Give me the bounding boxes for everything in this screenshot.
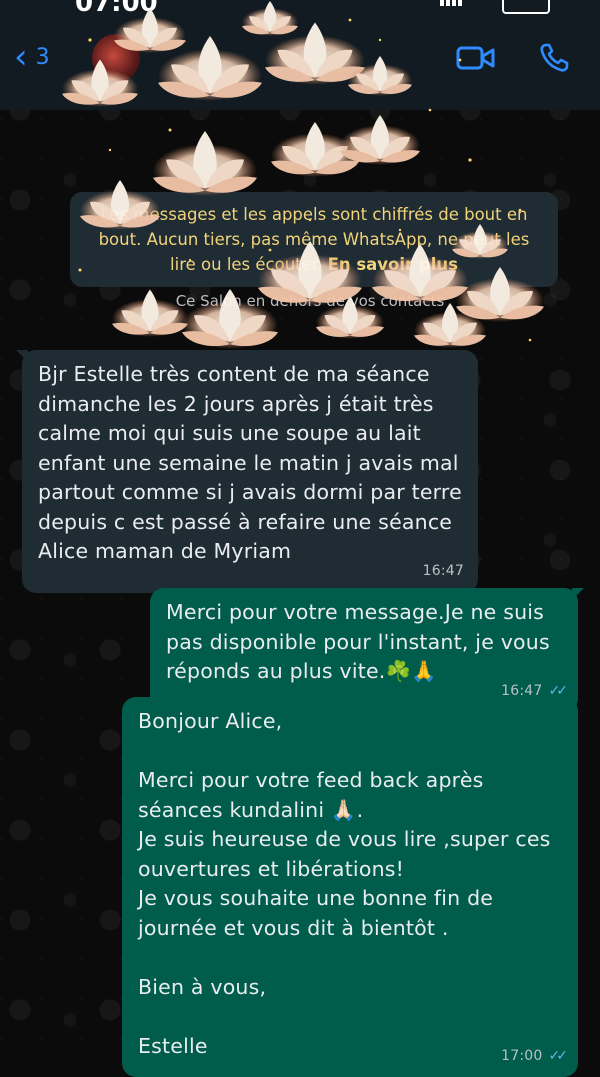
bubble-tail [572, 588, 584, 600]
signal-icon [440, 0, 462, 6]
message-text: Bjr Estelle très content de ma séance di… [38, 362, 469, 563]
message-bubble-outgoing[interactable]: Merci pour votre message.Je ne suis pas … [150, 588, 584, 713]
back-button[interactable]: ‹ 3 [14, 37, 50, 77]
phone-icon[interactable] [538, 42, 570, 74]
learn-more-link[interactable]: En savoir plus [328, 255, 458, 274]
chevron-left-icon: ‹ [14, 37, 28, 77]
battery-icon [502, 0, 550, 14]
message-bubble-incoming[interactable]: Bjr Estelle très content de ma séance di… [16, 350, 478, 593]
chat-header: 07:00 ‹ 3 [0, 0, 600, 110]
message-text: Merci pour votre message.Je ne suis pas … [166, 600, 557, 683]
status-icons [440, 0, 550, 14]
message-bubble-outgoing[interactable]: Bonjour Alice, Merci pour votre feed bac… [122, 697, 578, 1077]
video-camera-icon[interactable] [456, 44, 496, 72]
message-time: 16:47 [422, 563, 464, 579]
encryption-notice-text: Les messages et les appels sont chiffrés… [98, 205, 530, 274]
back-count: 3 [35, 44, 50, 70]
status-time: 07:00 [75, 0, 158, 18]
message-meta: 16:47 [423, 557, 464, 587]
bubble-tail [16, 350, 28, 362]
message-text: Bonjour Alice, Merci pour votre feed bac… [138, 709, 551, 1058]
encryption-notice[interactable]: Les messages et les appels sont chiffrés… [70, 192, 558, 287]
system-notice: Ce Salon en dehors de vos contacts [175, 292, 445, 310]
contact-avatar[interactable] [92, 34, 140, 82]
